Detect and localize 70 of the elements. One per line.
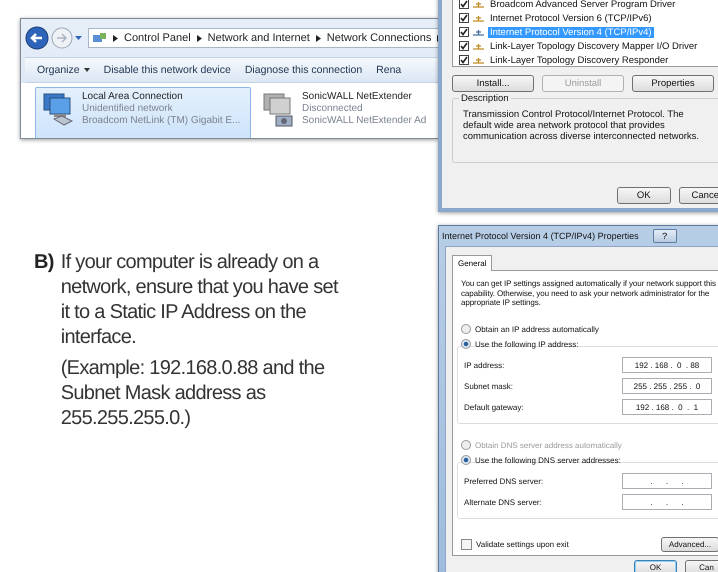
checkbox[interactable] bbox=[459, 27, 469, 37]
ip-address-field[interactable]: 192 . 168 . 0 . 88 bbox=[622, 357, 712, 373]
ip-address-field[interactable]: 255 . 255 . 255 . 0 bbox=[622, 378, 712, 394]
dialog-button[interactable]: Can bbox=[685, 560, 718, 572]
checkbox[interactable] bbox=[459, 13, 469, 23]
radio-label: Obtain DNS server address automatically bbox=[475, 440, 622, 450]
instruction-text: If your computer is already on a network, ensure that you have set it to a Static IP Address on the interface. bbox=[60, 250, 340, 350]
breadcrumb-item[interactable]: Network and Internet bbox=[208, 32, 310, 44]
protocol-icon bbox=[473, 56, 484, 64]
protocol-icon bbox=[473, 42, 484, 50]
dialog-button[interactable]: Install... bbox=[452, 75, 534, 92]
advanced-button[interactable]: Advanced... bbox=[661, 536, 718, 552]
back-button[interactable] bbox=[25, 26, 49, 50]
field-label: Alternate DNS server: bbox=[464, 498, 542, 506]
toolbar-button[interactable]: Organize bbox=[31, 58, 96, 82]
intro-text: You can get IP settings assigned automatically if your network support this capability. Otherwise, you need to ask your network administrator for the appropriate IP settings. bbox=[461, 279, 717, 308]
checkbox-label: Validate settings upon exit bbox=[476, 540, 569, 548]
component-item[interactable]: Link-Layer Topology Discovery Responder bbox=[488, 54, 670, 66]
breadcrumb-item[interactable]: Control Panel bbox=[124, 32, 191, 44]
caret-icon bbox=[84, 68, 90, 72]
connection-item[interactable]: Local Area Connection Unidentified network Broadcom NetLink (TM) Gigabit E... bbox=[35, 87, 251, 138]
description-text: Transmission Control Protocol/Internet Protocol. The default wide area network protocol that provides communication across diverse interconnected networks. bbox=[463, 109, 700, 144]
connection-item[interactable]: SonicWALL NetExtender Disconnected SonicWALL NetExtender Ad bbox=[255, 87, 438, 138]
checkbox[interactable] bbox=[459, 0, 469, 9]
group-label: Description bbox=[459, 93, 511, 104]
component-item[interactable]: Link-Layer Topology Discovery Mapper I/O Driver bbox=[488, 40, 700, 52]
dropdown-icon[interactable] bbox=[75, 36, 82, 40]
adapter-name: Broadcom NetLink (TM) Gigabit E... bbox=[82, 115, 240, 126]
field-label: Default gateway: bbox=[464, 402, 524, 412]
field-label: Preferred DNS server: bbox=[464, 476, 544, 486]
toolbar-button[interactable]: Disable this network device bbox=[98, 58, 237, 82]
radio-label: Use the following IP address: bbox=[475, 340, 578, 348]
dialog-button[interactable]: OK bbox=[634, 560, 677, 572]
help-button[interactable]: ? bbox=[652, 229, 677, 243]
ip-address-field[interactable]: 192 . 168 . 0 . 1 bbox=[622, 399, 712, 415]
connection-name: SonicWALL NetExtender bbox=[302, 91, 413, 102]
ip-address-field[interactable]: . . . bbox=[622, 494, 712, 510]
protocol-icon bbox=[473, 14, 484, 22]
network-folder-icon bbox=[93, 32, 107, 44]
checkbox[interactable] bbox=[459, 55, 469, 65]
step-marker: B) bbox=[34, 250, 54, 275]
protocol-icon bbox=[473, 0, 484, 8]
tab[interactable]: General bbox=[452, 255, 492, 271]
connection-status: Unidentified network bbox=[82, 103, 174, 114]
checkbox[interactable] bbox=[461, 538, 472, 550]
ip-address-field[interactable]: . . . bbox=[622, 473, 712, 489]
dialog-button[interactable]: OK bbox=[617, 187, 670, 204]
component-item[interactable]: Internet Protocol Version 6 (TCP/IPv6) bbox=[488, 12, 654, 24]
adapter-name: SonicWALL NetExtender Ad bbox=[302, 115, 426, 126]
breadcrumb-item[interactable]: Network Connections bbox=[326, 32, 432, 44]
radio-button[interactable] bbox=[461, 339, 471, 349]
toolbar-button[interactable]: Rena bbox=[370, 58, 408, 82]
connection-name: Local Area Connection bbox=[82, 91, 184, 102]
chevron-icon bbox=[196, 34, 202, 42]
chevron-icon bbox=[113, 34, 118, 42]
protocol-icon bbox=[473, 28, 484, 36]
field-label: Subnet mask: bbox=[464, 382, 513, 390]
toolbar-button[interactable]: Diagnose this connection bbox=[238, 58, 368, 82]
window-title: Internet Protocol Version 4 (TCP/IPv4) Properties bbox=[442, 231, 639, 241]
connection-status: Disconnected bbox=[302, 103, 364, 114]
example-text: (Example: 192.168.0.88 and the Subnet Mask address as 255.255.255.0.) bbox=[60, 356, 326, 431]
checkbox[interactable] bbox=[459, 41, 469, 51]
radio-label: Obtain an IP address automatically bbox=[475, 324, 599, 334]
field-label: IP address: bbox=[464, 360, 504, 370]
chevron-icon bbox=[316, 34, 321, 42]
radio-button[interactable] bbox=[461, 455, 471, 465]
dialog-button[interactable]: Properties bbox=[632, 75, 714, 92]
address-bar[interactable]: Control Panel Network and Internet Network Connections bbox=[88, 28, 438, 48]
radio-button[interactable] bbox=[461, 324, 471, 334]
radio-label: Use the following DNS server addresses: bbox=[475, 456, 621, 464]
